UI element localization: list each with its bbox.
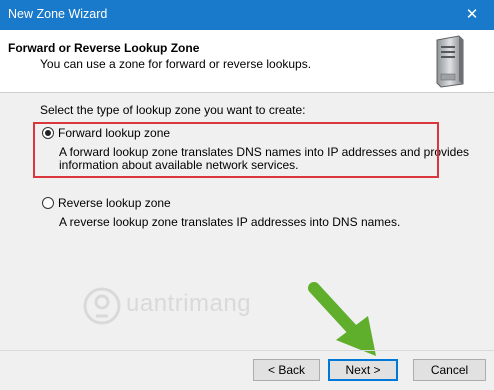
reverse-radio-button[interactable] xyxy=(42,197,54,209)
highlight-box xyxy=(33,122,439,178)
server-icon xyxy=(436,35,464,88)
reverse-option-label[interactable]: Reverse lookup zone xyxy=(58,196,171,210)
zone-type-prompt: Select the type of lookup zone you want … xyxy=(40,103,306,117)
description-line: A reverse lookup zone translates IP addr… xyxy=(59,215,401,229)
watermark: uantrimang xyxy=(82,280,302,340)
next-button[interactable]: Next > xyxy=(328,359,398,381)
wizard-header: Forward or Reverse Lookup Zone You can u… xyxy=(0,30,494,93)
watermark-text: uantrimang xyxy=(126,290,252,317)
close-icon[interactable]: ✕ xyxy=(450,0,494,30)
watermark-logo-icon xyxy=(83,287,121,325)
window-title: New Zone Wizard xyxy=(8,7,108,21)
page-subtitle: You can use a zone for forward or revers… xyxy=(40,57,312,71)
back-button[interactable]: < Back xyxy=(253,359,320,381)
green-arrow-icon xyxy=(308,282,376,356)
cancel-button[interactable]: Cancel xyxy=(413,359,486,381)
title-bar: New Zone Wizard ✕ xyxy=(0,0,494,30)
page-title: Forward or Reverse Lookup Zone xyxy=(8,41,200,55)
reverse-option-description: A reverse lookup zone translates IP addr… xyxy=(59,216,400,229)
footer-divider xyxy=(0,350,494,351)
